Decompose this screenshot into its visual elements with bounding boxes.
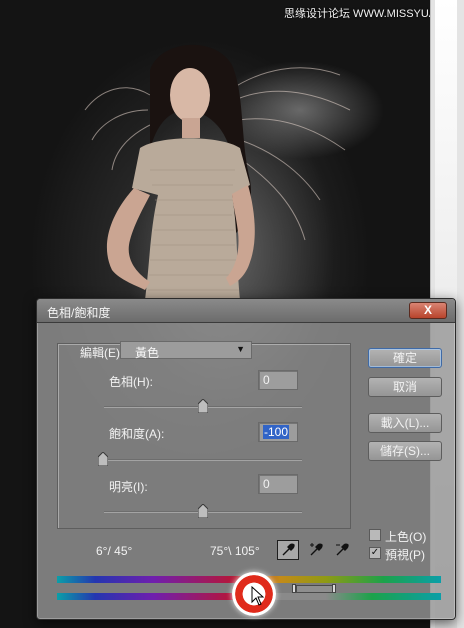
eyedropper-minus-button[interactable] <box>331 540 353 560</box>
saturation-value-selected: -100 <box>263 425 290 439</box>
dropdown-arrow-icon: ▼ <box>236 344 245 354</box>
range-left-readout: 6°/ 45° <box>96 544 133 558</box>
colorize-label: 上色(O) <box>385 530 427 544</box>
saturation-slider-thumb[interactable] <box>98 452 108 466</box>
close-button[interactable]: X <box>409 302 447 319</box>
watermark-text: 思缘设计论坛 WWW.MISSYUAN.COM <box>284 8 430 20</box>
saturation-slider-track[interactable] <box>104 459 302 460</box>
eyedropper-button[interactable] <box>277 540 299 560</box>
range-left-handle[interactable] <box>292 584 296 593</box>
colorize-checkbox[interactable] <box>369 529 381 541</box>
dialog-titlebar[interactable]: 色相/飽和度 X <box>37 299 455 323</box>
saturation-input[interactable]: -100 <box>258 422 298 442</box>
hue-slider-thumb[interactable] <box>198 399 208 413</box>
saturation-label: 飽和度(A): <box>109 427 165 441</box>
adjustment-group <box>57 343 351 529</box>
range-right-handle[interactable] <box>332 584 336 593</box>
dialog-title: 色相/飽和度 <box>47 306 111 320</box>
eyedropper-icon <box>282 543 295 556</box>
edit-channel-value: 黃色 <box>135 346 160 360</box>
edit-label: 編輯(E): <box>80 346 124 360</box>
eyedropper-minus-icon <box>336 543 349 556</box>
cursor-arrow-icon <box>251 586 265 606</box>
lightness-slider-thumb[interactable] <box>198 504 208 518</box>
preview-label: 預視(P) <box>385 548 425 562</box>
save-button[interactable]: 儲存(S)... <box>368 441 442 461</box>
eyedropper-plus-button[interactable] <box>305 540 327 560</box>
cancel-button[interactable]: 取消 <box>368 377 442 397</box>
lightness-input[interactable]: 0 <box>258 474 298 494</box>
hue-input[interactable]: 0 <box>258 370 298 390</box>
edit-channel-select[interactable]: 黃色 ▼ <box>120 341 252 360</box>
range-right-readout: 75°\ 105° <box>210 544 260 558</box>
lightness-label: 明亮(I): <box>109 480 148 494</box>
eyedropper-plus-icon <box>310 543 323 556</box>
preview-checkbox[interactable]: ✓ <box>369 547 381 559</box>
ok-button[interactable]: 確定 <box>368 348 442 368</box>
color-range-bar[interactable] <box>296 585 334 593</box>
checkmark-icon: ✓ <box>370 547 380 558</box>
hue-label: 色相(H): <box>109 375 153 389</box>
load-button[interactable]: 載入(L)... <box>368 413 442 433</box>
